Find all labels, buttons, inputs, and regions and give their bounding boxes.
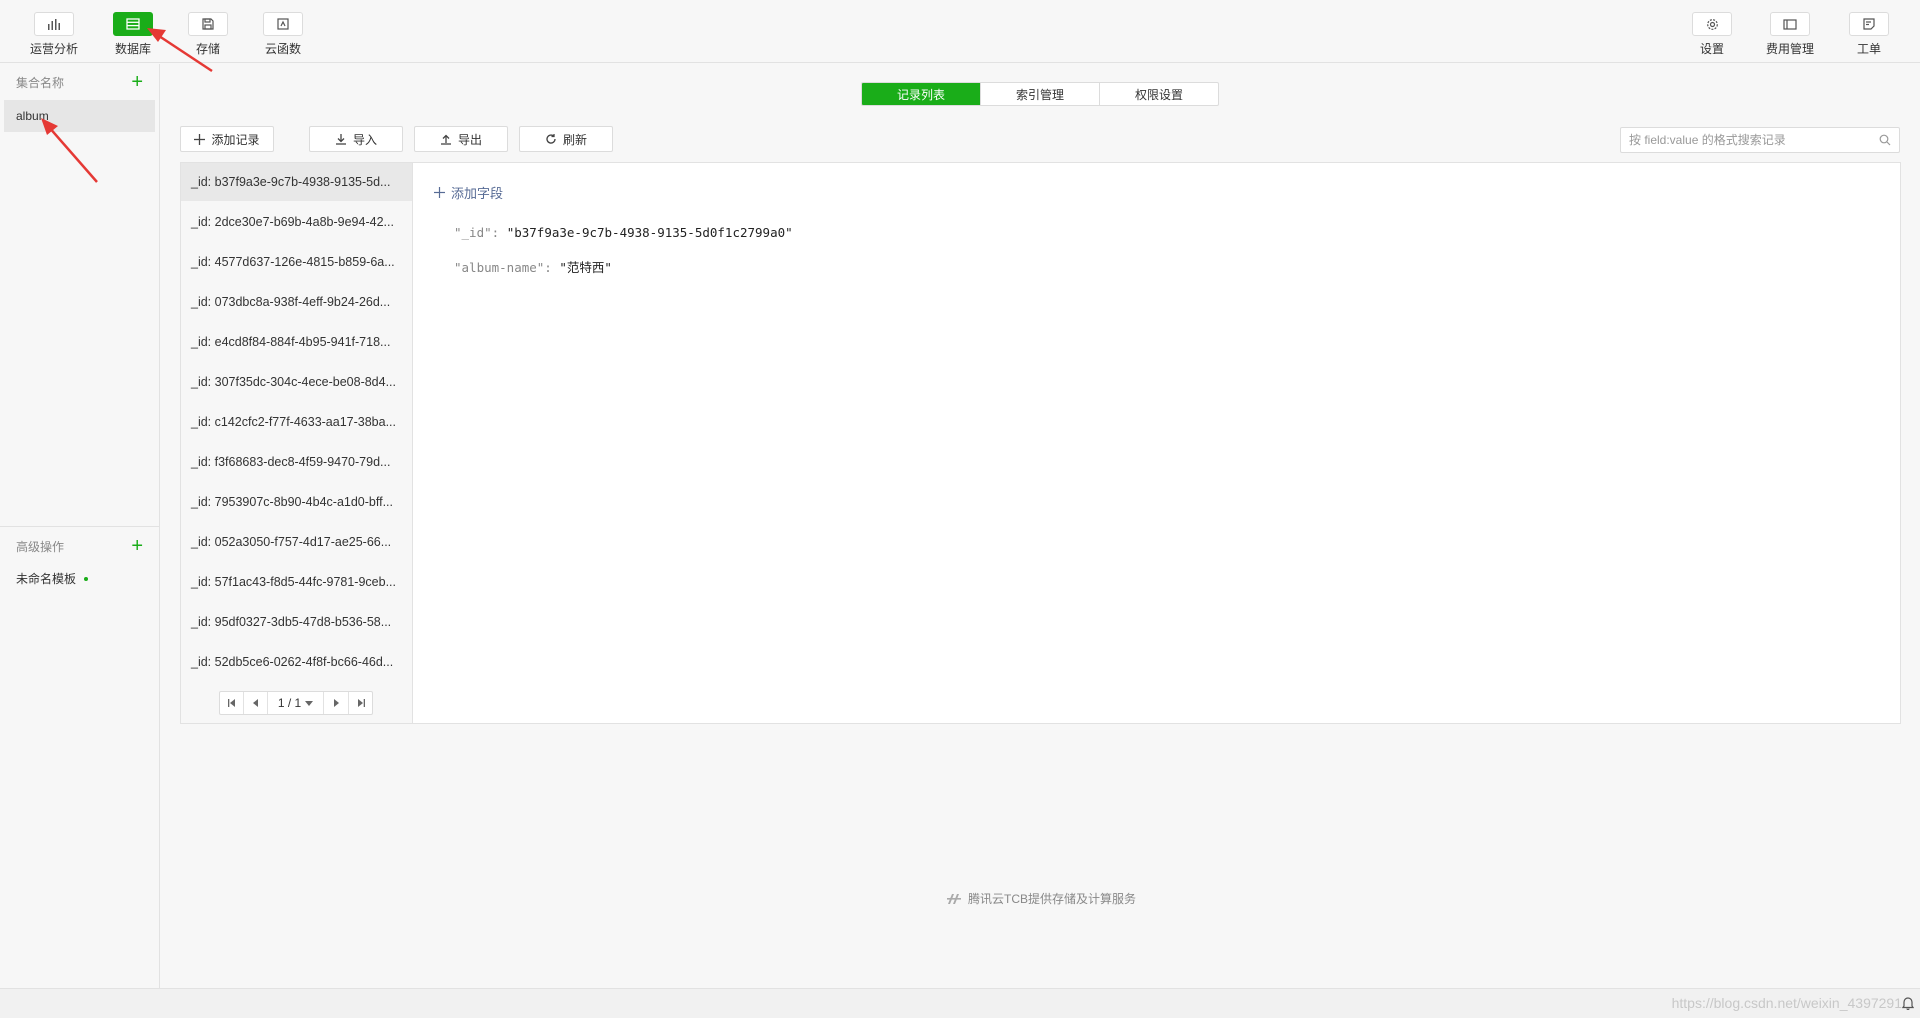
tcb-logo-icon xyxy=(947,893,961,904)
record-item[interactable]: _id: 7953907c-8b90-4b4c-a1d0-bff... xyxy=(181,483,412,521)
view-tabs: 记录列表 索引管理 权限设置 xyxy=(861,82,1219,106)
add-field-label: 添加字段 xyxy=(451,186,504,201)
sidebar-item-collection[interactable]: album xyxy=(4,100,155,132)
field-row[interactable]: "_id": "b37f9a3e-9c7b-4938-9135-5d0f1c27… xyxy=(454,225,793,240)
sidebar-item-template[interactable]: 未命名模板 xyxy=(16,570,89,587)
template-label: 未命名模板 xyxy=(16,572,77,586)
footer-brand: 腾讯云TCB提供存储及计算服务 xyxy=(946,890,1136,907)
refresh-icon xyxy=(546,134,556,144)
first-page-button[interactable] xyxy=(220,692,244,714)
add-collection-icon[interactable]: + xyxy=(131,72,143,92)
refresh-button[interactable]: 刷新 xyxy=(519,126,613,152)
toolbar-item-label: 运营分析 xyxy=(29,42,78,56)
tab-permission-settings[interactable]: 权限设置 xyxy=(1100,83,1218,105)
watermark: https://blog.csdn.net/weixin_4397291 xyxy=(1671,995,1902,1011)
add-record-button[interactable]: 添加记录 xyxy=(180,126,274,152)
tab-record-list[interactable]: 记录列表 xyxy=(862,83,981,105)
plus-icon xyxy=(434,187,445,198)
refresh-label: 刷新 xyxy=(562,132,587,147)
toolbar-item-cloud-function[interactable]: 云函数 xyxy=(251,12,315,58)
pagination: 1 / 1 xyxy=(219,691,373,715)
record-item[interactable]: _id: 073dbc8a-938f-4eff-9b24-26d... xyxy=(181,283,412,321)
records-panel: _id: b37f9a3e-9c7b-4938-9135-5d... _id: … xyxy=(180,162,1901,724)
toolbar-item-label: 云函数 xyxy=(264,42,301,56)
database-icon xyxy=(113,12,153,36)
page-indicator: 1 / 1 xyxy=(277,696,302,710)
collections-title: 集合名称 xyxy=(16,75,65,90)
field-key: "album-name": xyxy=(454,260,552,275)
record-item[interactable]: _id: 4577d637-126e-4815-b859-6a... xyxy=(181,243,412,281)
toolbar-item-analytics[interactable]: 运营分析 xyxy=(22,12,86,58)
plus-icon xyxy=(194,133,206,145)
add-template-icon[interactable]: + xyxy=(131,536,143,556)
next-page-button[interactable] xyxy=(324,692,348,714)
toolbar-item-storage[interactable]: 存储 xyxy=(176,12,240,58)
bell-icon[interactable] xyxy=(1902,996,1914,1010)
tab-index-management[interactable]: 索引管理 xyxy=(981,83,1100,105)
field-value: "范特西" xyxy=(559,260,612,275)
record-item[interactable]: _id: c142cfc2-f77f-4633-aa17-38ba... xyxy=(181,403,412,441)
upload-icon xyxy=(440,134,451,145)
ticket-icon xyxy=(1849,12,1889,36)
search-input[interactable] xyxy=(1629,133,1879,147)
first-page-icon xyxy=(227,699,235,707)
prev-page-button[interactable] xyxy=(244,692,268,714)
search-icon[interactable] xyxy=(1879,134,1891,146)
toolbar-item-label: 工单 xyxy=(1856,42,1881,56)
toolbar-item-billing[interactable]: 费用管理 xyxy=(1758,12,1822,58)
advanced-header: 高级操作 + xyxy=(0,528,159,564)
record-item[interactable]: _id: 95df0327-3db5-47d8-b536-58... xyxy=(181,603,412,641)
record-item[interactable]: _id: 57f1ac43-f8d5-44fc-9781-9ceb... xyxy=(181,563,412,601)
field-key: "_id": xyxy=(454,225,500,240)
toolbar-item-label: 数据库 xyxy=(114,42,151,56)
gear-icon xyxy=(1692,12,1732,36)
next-page-icon xyxy=(334,699,339,707)
record-list: _id: b37f9a3e-9c7b-4938-9135-5d... _id: … xyxy=(181,163,413,723)
record-detail: 添加字段 "_id": "b37f9a3e-9c7b-4938-9135-5d0… xyxy=(414,163,1900,723)
toolbar-item-label: 设置 xyxy=(1699,42,1724,56)
import-label: 导入 xyxy=(352,132,377,147)
status-bar: https://blog.csdn.net/weixin_4397291 xyxy=(0,988,1920,1018)
prev-page-icon xyxy=(252,699,258,707)
sidebar-divider xyxy=(0,526,159,527)
save-icon xyxy=(188,12,228,36)
footer-brand-text: 腾讯云TCB提供存储及计算服务 xyxy=(968,892,1137,906)
export-label: 导出 xyxy=(457,132,482,147)
chevron-down-icon xyxy=(305,700,314,706)
last-page-button[interactable] xyxy=(348,692,372,714)
top-toolbar: 运营分析 数据库 存储 云函数 设置 费用管理 工单 xyxy=(0,0,1920,63)
export-button[interactable]: 导出 xyxy=(414,126,508,152)
status-dot-icon xyxy=(84,576,89,581)
record-item[interactable]: _id: f3f68683-dec8-4f59-9470-79d... xyxy=(181,443,412,481)
record-item[interactable]: _id: 52db5ce6-0262-4f8f-bc66-46d... xyxy=(181,643,412,681)
function-icon xyxy=(263,12,303,36)
billing-icon xyxy=(1770,12,1810,36)
page-select[interactable]: 1 / 1 xyxy=(268,692,324,714)
field-value: "b37f9a3e-9c7b-4938-9135-5d0f1c2799a0" xyxy=(506,225,793,240)
toolbar-item-label: 存储 xyxy=(195,42,220,56)
last-page-icon xyxy=(357,699,365,707)
record-item[interactable]: _id: b37f9a3e-9c7b-4938-9135-5d... xyxy=(181,163,412,201)
record-search xyxy=(1620,127,1900,153)
toolbar-item-ticket[interactable]: 工单 xyxy=(1837,12,1901,58)
toolbar-item-database[interactable]: 数据库 xyxy=(101,12,165,58)
record-item[interactable]: _id: 307f35dc-304c-4ece-be08-8d4... xyxy=(181,363,412,401)
field-row[interactable]: "album-name": "范特西" xyxy=(454,257,612,276)
import-button[interactable]: 导入 xyxy=(309,126,403,152)
advanced-title: 高级操作 xyxy=(16,539,65,554)
record-item[interactable]: _id: e4cd8f84-884f-4b95-941f-718... xyxy=(181,323,412,361)
record-item[interactable]: _id: 2dce30e7-b69b-4a8b-9e94-42... xyxy=(181,203,412,241)
add-field-button[interactable]: 添加字段 xyxy=(434,183,503,202)
download-icon xyxy=(335,134,346,145)
toolbar-item-label: 费用管理 xyxy=(1765,42,1814,56)
add-record-label: 添加记录 xyxy=(211,132,260,147)
record-item[interactable]: _id: 052a3050-f757-4d17-ae25-66... xyxy=(181,523,412,561)
toolbar-item-settings[interactable]: 设置 xyxy=(1680,12,1744,58)
collections-header: 集合名称 + xyxy=(0,64,159,100)
sidebar: 集合名称 + album 高级操作 + 未命名模板 xyxy=(0,64,160,988)
bar-chart-icon xyxy=(34,12,74,36)
